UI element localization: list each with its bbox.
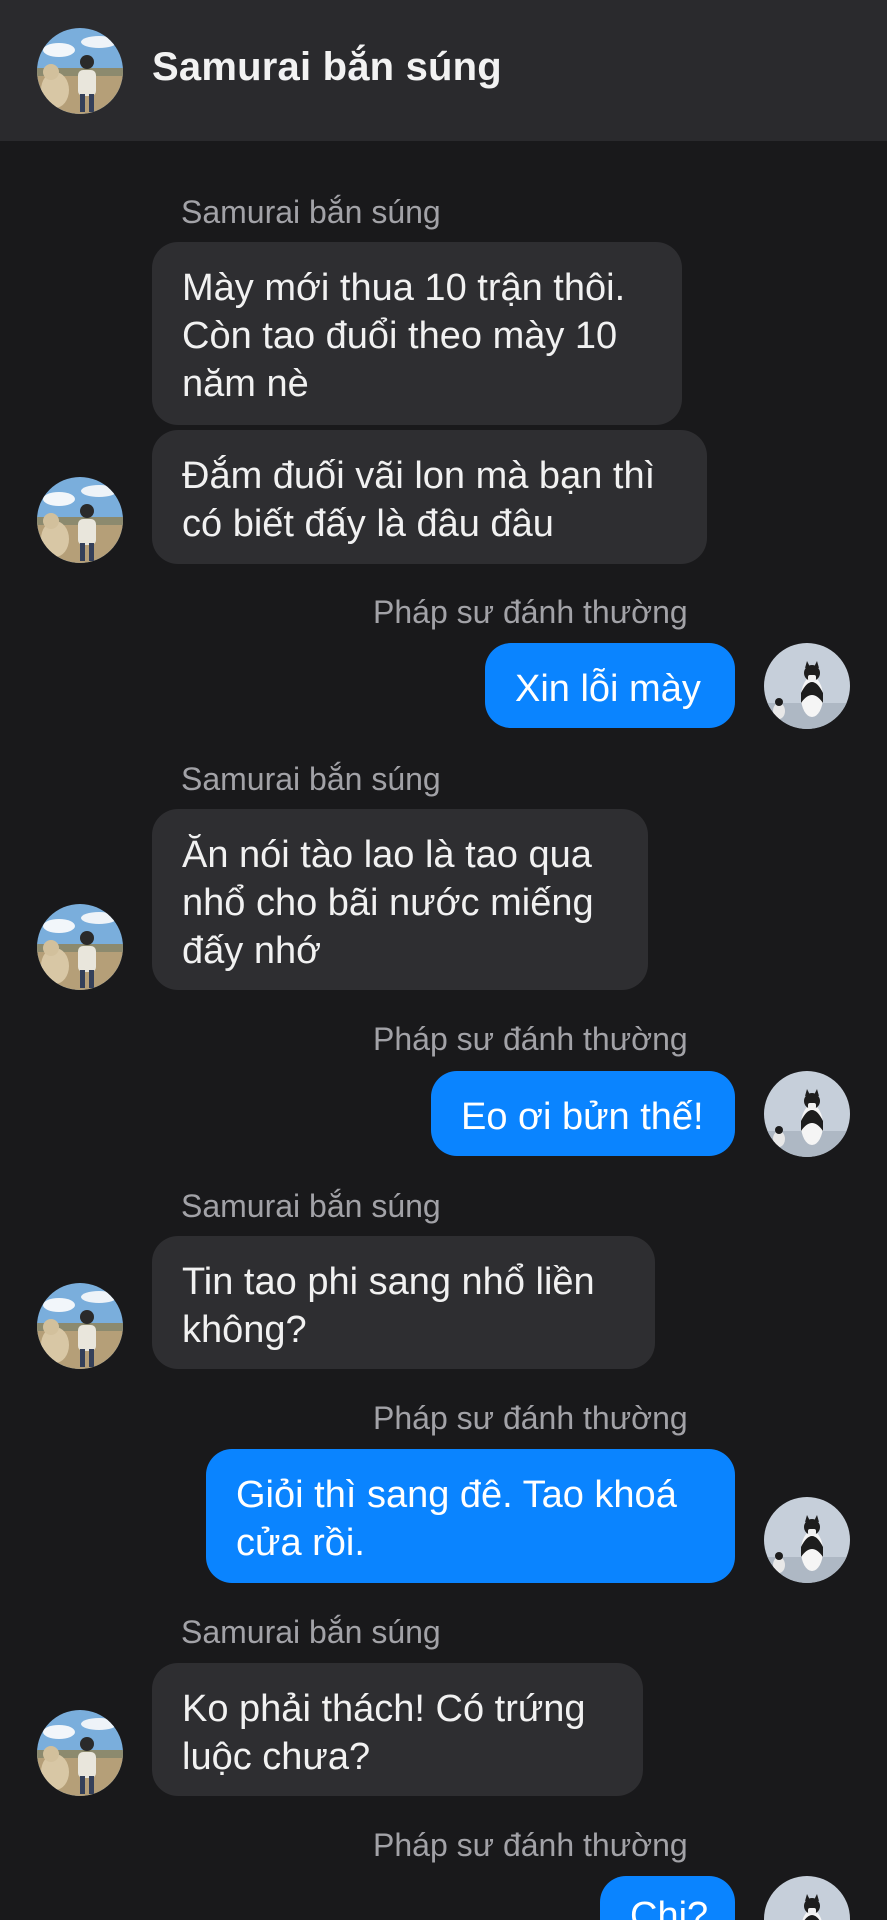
- message-bubble-outgoing[interactable]: Xin lỗi mày: [485, 643, 735, 728]
- person-with-alpaca-avatar-icon: [37, 904, 123, 990]
- cat-penguin-avatar-icon: [764, 1497, 850, 1583]
- message-bubble-incoming[interactable]: Ko phải thách! Có trứng luộc chưa?: [152, 1663, 643, 1796]
- sender-avatar-other: [37, 1710, 123, 1796]
- chat-header: Samurai bắn súng: [0, 0, 887, 141]
- sender-name-other: Samurai bắn súng: [181, 1614, 441, 1650]
- sender-name-self: Pháp sư đánh thường: [373, 594, 688, 630]
- cat-penguin-avatar-icon: [764, 1876, 850, 1920]
- sender-name-self: Pháp sư đánh thường: [373, 1021, 688, 1057]
- self-avatar: [764, 1876, 850, 1920]
- message-bubble-outgoing[interactable]: Eo ơi bửn thế!: [431, 1071, 735, 1156]
- message-bubble-incoming[interactable]: Mày mới thua 10 trận thôi. Còn tao đuổi …: [152, 242, 682, 425]
- message-bubble-incoming[interactable]: Ăn nói tào lao là tao qua nhổ cho bãi nư…: [152, 809, 648, 990]
- sender-name-other: Samurai bắn súng: [181, 761, 441, 797]
- sender-avatar-other: [37, 477, 123, 563]
- sender-avatar-other: [37, 1283, 123, 1369]
- person-with-alpaca-avatar-icon: [37, 1283, 123, 1369]
- cat-penguin-avatar-icon: [764, 643, 850, 729]
- self-avatar: [764, 643, 850, 729]
- cat-penguin-avatar-icon: [764, 1071, 850, 1157]
- message-bubble-outgoing[interactable]: Chi?: [600, 1876, 735, 1920]
- sender-name-other: Samurai bắn súng: [181, 194, 441, 230]
- sender-name-self: Pháp sư đánh thường: [373, 1827, 688, 1863]
- chat-title[interactable]: Samurai bắn súng: [152, 45, 502, 90]
- sender-avatar-other: [37, 904, 123, 990]
- message-bubble-incoming[interactable]: Tin tao phi sang nhổ liền không?: [152, 1236, 655, 1369]
- sender-name-other: Samurai bắn súng: [181, 1188, 441, 1224]
- sender-name-self: Pháp sư đánh thường: [373, 1400, 688, 1436]
- person-with-alpaca-avatar-icon: [37, 1710, 123, 1796]
- contact-avatar[interactable]: [37, 28, 123, 114]
- message-bubble-incoming[interactable]: Đắm đuối vãi lon mà bạn thì có biết đấy …: [152, 430, 707, 564]
- self-avatar: [764, 1497, 850, 1583]
- message-bubble-outgoing[interactable]: Giỏi thì sang đê. Tao khoá cửa rồi.: [206, 1449, 735, 1583]
- person-with-alpaca-avatar-icon: [37, 477, 123, 563]
- self-avatar: [764, 1071, 850, 1157]
- person-with-alpaca-avatar-icon: [37, 28, 123, 114]
